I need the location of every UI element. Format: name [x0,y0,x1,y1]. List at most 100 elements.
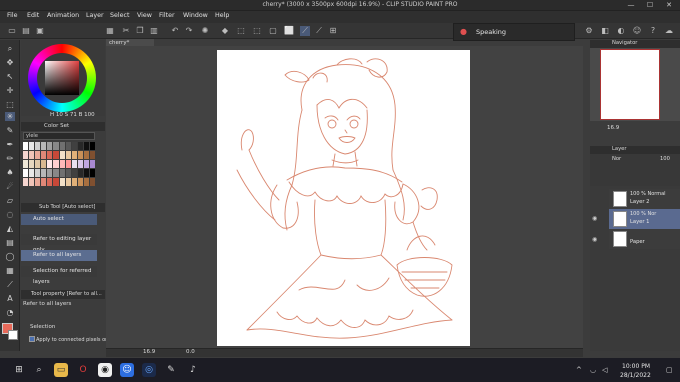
layer-move-tool-icon[interactable]: ✛ [5,86,15,95]
gradient-tool-icon[interactable]: ▤ [5,238,15,247]
pencil-tool-icon[interactable]: ✏ [5,154,15,163]
color-swatch[interactable] [59,169,65,177]
color-swatch[interactable] [59,160,65,168]
color-swatch[interactable] [35,142,41,150]
color-swatch[interactable] [65,178,71,186]
menu-file[interactable]: File [7,12,18,19]
color-swatch[interactable] [47,160,53,168]
snap-ruler-icon[interactable]: ⟋ [300,26,310,36]
transform-icon[interactable]: ⬜ [284,26,294,36]
color-swatch[interactable] [71,160,77,168]
pen-tool-icon[interactable]: ✒ [5,140,15,149]
rotation-value[interactable]: 0.0 [186,349,195,355]
clock-time[interactable]: 10:00 PM [622,363,650,370]
snap-special-ruler-icon[interactable]: ⟋ [314,26,324,36]
color-swatch[interactable] [41,178,47,186]
copy-icon[interactable]: ❐ [135,26,145,36]
color-swatch[interactable] [35,178,41,186]
minimize-icon[interactable]: — [624,0,638,10]
help-icon[interactable]: ? [648,26,658,36]
menu-filter[interactable]: Filter [159,12,175,19]
color-swatch[interactable] [83,142,89,150]
color-swatch[interactable] [59,151,65,159]
color-swatch[interactable] [47,142,53,150]
select-all-icon[interactable]: ⬚ [236,26,246,36]
color-swatch[interactable] [23,142,29,150]
color-swatch[interactable] [77,160,83,168]
color-swatch[interactable] [65,160,71,168]
color-swatch[interactable] [83,151,89,159]
color-swatch[interactable] [89,178,95,186]
windows-start-icon[interactable]: ⊞ [12,363,26,377]
color-swatch[interactable] [65,142,71,150]
color-swatch[interactable] [29,142,35,150]
color-swatch[interactable] [47,169,53,177]
sub-color-chip[interactable] [8,330,18,340]
color-swatch[interactable] [83,178,89,186]
color-swatch[interactable] [71,142,77,150]
notification-icon[interactable]: ▢ [666,366,673,374]
maximize-icon[interactable]: ☐ [643,0,657,10]
color-swatch[interactable] [41,169,47,177]
fill-icon[interactable]: ◆ [220,26,230,36]
navigator-thumbnail[interactable] [600,49,660,120]
color-swatch[interactable] [65,151,71,159]
opera-icon[interactable]: O [76,363,90,377]
color-swatch[interactable] [83,160,89,168]
text-tool-icon[interactable]: A [5,294,15,303]
saturation-brightness-square[interactable] [45,61,79,95]
frame-tool-icon[interactable]: ▦ [5,266,15,275]
move-tool-icon[interactable]: ✥ [5,58,15,67]
color-swatch[interactable] [23,151,29,159]
volume-icon[interactable]: ◁ [602,366,607,374]
zoom-value[interactable]: 16.9 [143,349,155,355]
deselect-icon[interactable]: ⬚ [252,26,262,36]
color-swatch[interactable] [53,169,59,177]
color-swatch[interactable] [29,178,35,186]
auto-select-tool-icon[interactable]: ✳ [5,112,15,121]
apply-connected-checkbox[interactable] [29,336,35,342]
fill-tool-icon[interactable]: ◭ [5,224,15,233]
clip-studio-icon[interactable]: ✎ [164,363,178,377]
operation-tool-icon[interactable]: ↖ [5,72,15,81]
save-icon[interactable]: ▣ [35,26,45,36]
zoom-tool-icon[interactable]: ⌕ [5,44,15,53]
color-swatch[interactable] [47,178,53,186]
sub-tool-refer-editing-layer[interactable]: Refer to editing layer only [21,234,97,253]
color-swatch[interactable] [23,178,29,186]
new-file-icon[interactable]: ▭ [7,26,17,36]
search-icon[interactable]: ⌕ [32,363,46,377]
brush-tool-icon[interactable]: ♠ [5,168,15,177]
menu-window[interactable]: Window [183,12,208,19]
user-icon[interactable]: ☺ [632,26,642,36]
eraser-tool-icon[interactable]: ▱ [5,196,15,205]
menu-animation[interactable]: Animation [47,12,79,19]
cut-icon[interactable]: ✂ [121,26,131,36]
clock-date[interactable]: 28/1/2022 [620,372,651,379]
color-swatch[interactable] [41,151,47,159]
cloud-icon[interactable]: ☁ [664,26,674,36]
blend-tool-icon[interactable]: ◌ [5,210,15,219]
color-swatch[interactable] [29,151,35,159]
balloon-tool-icon[interactable]: ◔ [5,308,15,317]
color-swatch[interactable] [71,151,77,159]
menu-help[interactable]: Help [215,12,229,19]
sub-tool-auto-select[interactable]: Auto select [21,214,97,225]
menu-select[interactable]: Select [110,12,129,19]
blend-mode-dropdown[interactable]: Nor [612,156,621,162]
color-swatch[interactable] [47,151,53,159]
color-swatch[interactable] [53,151,59,159]
opacity-value[interactable]: 100 [660,156,670,162]
color-swatch[interactable] [65,169,71,177]
color-swatch[interactable] [23,169,29,177]
color-swatch[interactable] [53,142,59,150]
color-swatch[interactable] [29,169,35,177]
color-swatch[interactable] [41,142,47,150]
color-icon[interactable]: ◐ [616,26,626,36]
color-swatch[interactable] [71,169,77,177]
color-swatch[interactable] [59,178,65,186]
color-swatch[interactable] [41,160,47,168]
steam-icon[interactable]: ◎ [142,363,156,377]
airbrush-tool-icon[interactable]: ☄ [5,182,15,191]
color-swatch[interactable] [53,160,59,168]
